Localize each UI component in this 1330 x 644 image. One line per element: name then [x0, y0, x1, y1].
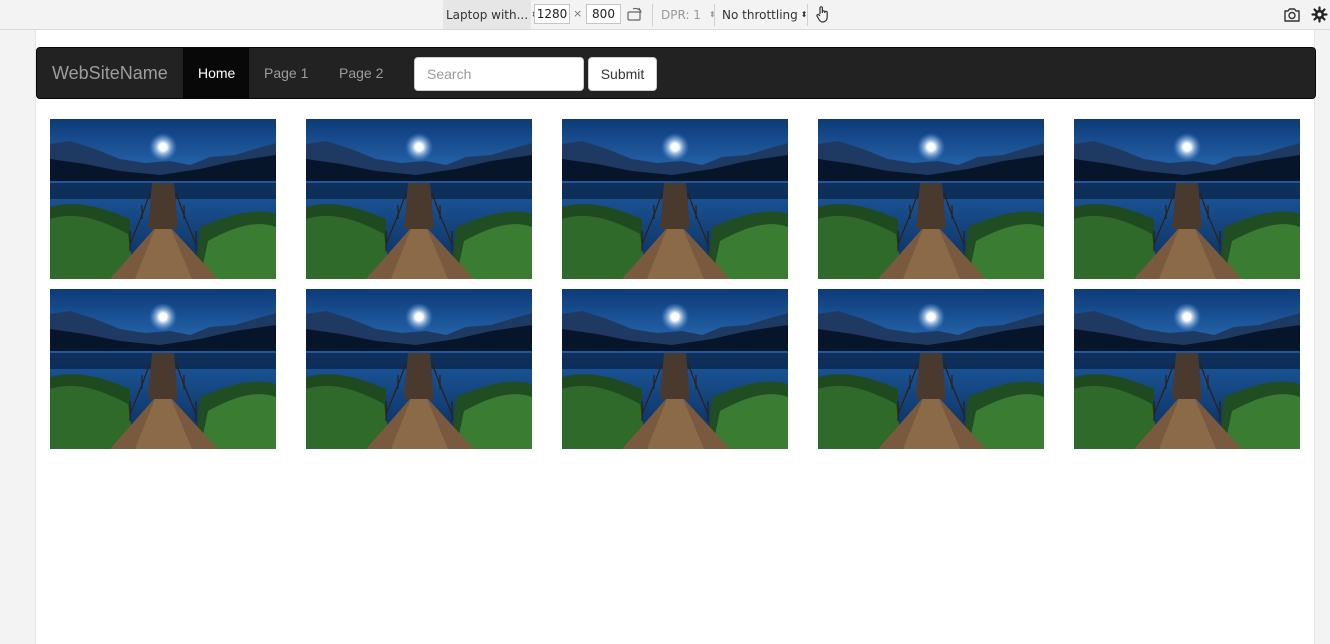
- gallery-image: [50, 119, 276, 279]
- toolbar-divider: [807, 4, 808, 26]
- gallery-image: [50, 289, 276, 449]
- gear-icon[interactable]: [1311, 6, 1328, 23]
- toolbar-divider: [714, 4, 715, 26]
- nav-page-2[interactable]: Page 2: [324, 48, 398, 98]
- touch-icon[interactable]: [815, 5, 831, 23]
- device-toolbar: Laptop with... ⬍ × DPR: 1 ⬍ No throttlin…: [0, 0, 1330, 30]
- emulated-viewport: WebSiteName Home Page 1 Page 2 Submit: [35, 30, 1316, 644]
- gallery-image: [1074, 119, 1300, 279]
- dimension-separator: ×: [573, 7, 583, 20]
- nav-page-1[interactable]: Page 1: [249, 48, 323, 98]
- gallery-image: [562, 119, 788, 279]
- search-input[interactable]: [414, 57, 584, 91]
- width-input[interactable]: [534, 4, 570, 24]
- gallery-image: [306, 119, 532, 279]
- throttling-select[interactable]: No throttling ⬍: [722, 0, 807, 29]
- gallery-image: [562, 289, 788, 449]
- brand-link[interactable]: WebSiteName: [52, 48, 168, 98]
- navbar: WebSiteName Home Page 1 Page 2 Submit: [36, 47, 1316, 99]
- device-select[interactable]: Laptop with... ⬍: [443, 0, 538, 29]
- gallery-image: [818, 289, 1044, 449]
- camera-icon[interactable]: [1283, 6, 1301, 23]
- throttling-label: No throttling: [722, 7, 798, 22]
- nav-home[interactable]: Home: [183, 48, 249, 98]
- height-input[interactable]: [586, 4, 621, 24]
- toolbar-divider: [652, 4, 653, 26]
- gallery-image: [818, 119, 1044, 279]
- dpr-select[interactable]: DPR: 1 ⬍: [661, 0, 716, 29]
- submit-button[interactable]: Submit: [588, 57, 657, 91]
- rotate-icon[interactable]: [626, 6, 644, 22]
- gallery-image: [1074, 289, 1300, 449]
- device-select-label: Laptop with...: [446, 7, 529, 22]
- gallery-image: [306, 289, 532, 449]
- dpr-label: DPR: 1: [661, 7, 701, 22]
